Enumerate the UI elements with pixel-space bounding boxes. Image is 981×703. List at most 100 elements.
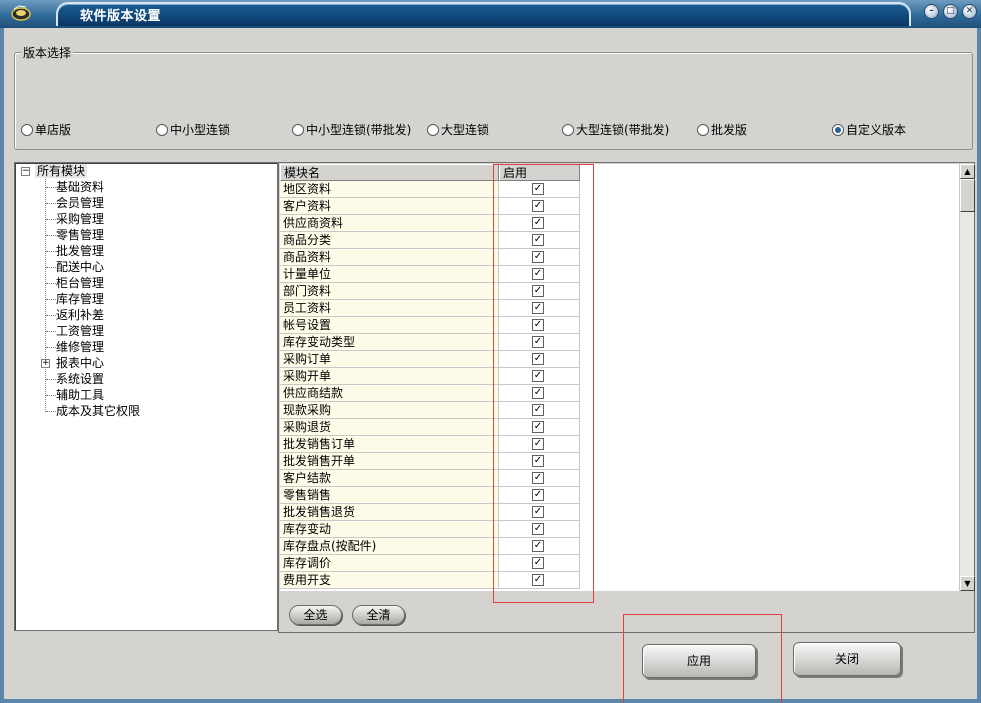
clear-all-button[interactable]: 全清 (352, 605, 405, 625)
tree-item[interactable]: 维修管理 (56, 339, 104, 355)
grid-vertical-scrollbar[interactable]: ▲ ▼ (959, 164, 975, 591)
table-row[interactable]: 部门资料 ✓ (280, 283, 580, 300)
table-row[interactable]: 帐号设置 ✓ (280, 317, 580, 334)
module-name-cell[interactable]: 员工资料 (280, 300, 499, 317)
table-row[interactable]: 费用开支 ✓ (280, 572, 580, 589)
radio-wholesale[interactable]: 批发版 (697, 121, 747, 138)
table-row[interactable]: 客户资料 ✓ (280, 198, 580, 215)
module-name-cell[interactable]: 零售销售 (280, 487, 499, 504)
table-row[interactable]: 商品分类 ✓ (280, 232, 580, 249)
enabled-checkbox[interactable]: ✓ (532, 183, 544, 195)
table-row[interactable]: 采购订单 ✓ (280, 351, 580, 368)
enabled-checkbox[interactable]: ✓ (532, 217, 544, 229)
enabled-checkbox[interactable]: ✓ (532, 234, 544, 246)
close-icon[interactable]: ✕ (962, 4, 977, 19)
table-row[interactable]: 供应商结款 ✓ (280, 385, 580, 402)
enabled-checkbox[interactable]: ✓ (532, 251, 544, 263)
enabled-checkbox[interactable]: ✓ (532, 472, 544, 484)
module-name-cell[interactable]: 采购订单 (280, 351, 499, 368)
module-name-cell[interactable]: 部门资料 (280, 283, 499, 300)
module-name-cell[interactable]: 计量单位 (280, 266, 499, 283)
enabled-checkbox[interactable]: ✓ (532, 387, 544, 399)
table-row[interactable]: 库存变动类型 ✓ (280, 334, 580, 351)
enabled-checkbox[interactable]: ✓ (532, 302, 544, 314)
enabled-checkbox[interactable]: ✓ (532, 523, 544, 535)
tree-item[interactable]: 系统设置 (56, 371, 104, 387)
module-name-cell[interactable]: 帐号设置 (280, 317, 499, 334)
enabled-checkbox[interactable]: ✓ (532, 370, 544, 382)
table-row[interactable]: 批发销售开单 ✓ (280, 453, 580, 470)
select-all-button[interactable]: 全选 (289, 605, 342, 625)
tree-item[interactable]: 成本及其它权限 (56, 403, 140, 419)
tree-item[interactable]: 报表中心 (56, 355, 104, 371)
module-name-cell[interactable]: 客户资料 (280, 198, 499, 215)
module-grid[interactable]: 模块名 启用 地区资料 ✓ 客户资料 ✓ 供应商资料 ✓ 商品分类 ✓ 商品资料 ✓ 计量单位 ✓ 部门… (280, 164, 959, 591)
module-name-cell[interactable]: 批发销售订单 (280, 436, 499, 453)
tree-item[interactable]: 返利补差 (56, 307, 104, 323)
table-row[interactable]: 计量单位 ✓ (280, 266, 580, 283)
radio-single-store[interactable]: 单店版 (21, 121, 71, 138)
module-name-cell[interactable]: 采购开单 (280, 368, 499, 385)
enabled-checkbox[interactable]: ✓ (532, 455, 544, 467)
module-name-cell[interactable]: 供应商资料 (280, 215, 499, 232)
table-row[interactable]: 客户结款 ✓ (280, 470, 580, 487)
tree-item[interactable]: 辅助工具 (56, 387, 104, 403)
enabled-checkbox[interactable]: ✓ (532, 489, 544, 501)
table-row[interactable]: 批发销售退货 ✓ (280, 504, 580, 521)
scroll-down-icon[interactable]: ▼ (960, 576, 975, 591)
radio-custom-version[interactable]: 自定义版本 (832, 121, 906, 138)
module-tree[interactable]: − 所有模块 基础资料 会员管理 采购管理 零售管理 批发管理 配送中心 柜台管… (14, 162, 278, 631)
tree-root[interactable]: 所有模块 (35, 163, 88, 179)
apply-button[interactable]: 应用 (642, 644, 756, 678)
radio-large-chain-wholesale[interactable]: 大型连锁(带批发) (562, 121, 669, 138)
module-name-cell[interactable]: 采购退货 (280, 419, 499, 436)
radio-small-chain-wholesale[interactable]: 中小型连锁(带批发) (292, 121, 411, 138)
collapse-icon[interactable]: − (21, 167, 30, 176)
table-row[interactable]: 库存变动 ✓ (280, 521, 580, 538)
table-row[interactable]: 员工资料 ✓ (280, 300, 580, 317)
tree-item[interactable]: 柜台管理 (56, 275, 104, 291)
minimize-icon[interactable]: – (924, 4, 939, 19)
module-name-cell[interactable]: 商品资料 (280, 249, 499, 266)
module-name-cell[interactable]: 地区资料 (280, 181, 499, 198)
module-name-cell[interactable]: 库存变动类型 (280, 334, 499, 351)
enabled-checkbox[interactable]: ✓ (532, 336, 544, 348)
table-row[interactable]: 采购开单 ✓ (280, 368, 580, 385)
module-name-cell[interactable]: 批发销售退货 (280, 504, 499, 521)
module-name-cell[interactable]: 客户结款 (280, 470, 499, 487)
column-header-module-name[interactable]: 模块名 (280, 164, 499, 181)
tree-item[interactable]: 采购管理 (56, 211, 104, 227)
module-name-cell[interactable]: 费用开支 (280, 572, 499, 589)
enabled-checkbox[interactable]: ✓ (532, 319, 544, 331)
close-button[interactable]: 关闭 (793, 642, 901, 676)
table-row[interactable]: 地区资料 ✓ (280, 181, 580, 198)
enabled-checkbox[interactable]: ✓ (532, 557, 544, 569)
tree-item[interactable]: 工资管理 (56, 323, 104, 339)
enabled-checkbox[interactable]: ✓ (532, 353, 544, 365)
tree-item[interactable]: 配送中心 (56, 259, 104, 275)
enabled-checkbox[interactable]: ✓ (532, 268, 544, 280)
enabled-checkbox[interactable]: ✓ (532, 506, 544, 518)
table-row[interactable]: 库存盘点(按配件) ✓ (280, 538, 580, 555)
module-name-cell[interactable]: 现款采购 (280, 402, 499, 419)
enabled-checkbox[interactable]: ✓ (532, 421, 544, 433)
scroll-up-icon[interactable]: ▲ (960, 164, 975, 179)
tree-item[interactable]: 零售管理 (56, 227, 104, 243)
tree-item[interactable]: 库存管理 (56, 291, 104, 307)
table-row[interactable]: 零售销售 ✓ (280, 487, 580, 504)
enabled-checkbox[interactable]: ✓ (532, 438, 544, 450)
module-name-cell[interactable]: 库存调价 (280, 555, 499, 572)
title-bar[interactable]: 软件版本设置 – □ ✕ (0, 0, 981, 28)
enabled-checkbox[interactable]: ✓ (532, 285, 544, 297)
scroll-thumb[interactable] (960, 179, 975, 212)
column-header-enabled[interactable]: 启用 (499, 164, 580, 181)
module-name-cell[interactable]: 批发销售开单 (280, 453, 499, 470)
radio-small-chain[interactable]: 中小型连锁 (156, 121, 230, 138)
expand-icon[interactable]: + (41, 359, 50, 368)
table-row[interactable]: 供应商资料 ✓ (280, 215, 580, 232)
enabled-checkbox[interactable]: ✓ (532, 200, 544, 212)
module-name-cell[interactable]: 库存变动 (280, 521, 499, 538)
radio-large-chain[interactable]: 大型连锁 (427, 121, 489, 138)
module-name-cell[interactable]: 商品分类 (280, 232, 499, 249)
tree-item[interactable]: 会员管理 (56, 195, 104, 211)
